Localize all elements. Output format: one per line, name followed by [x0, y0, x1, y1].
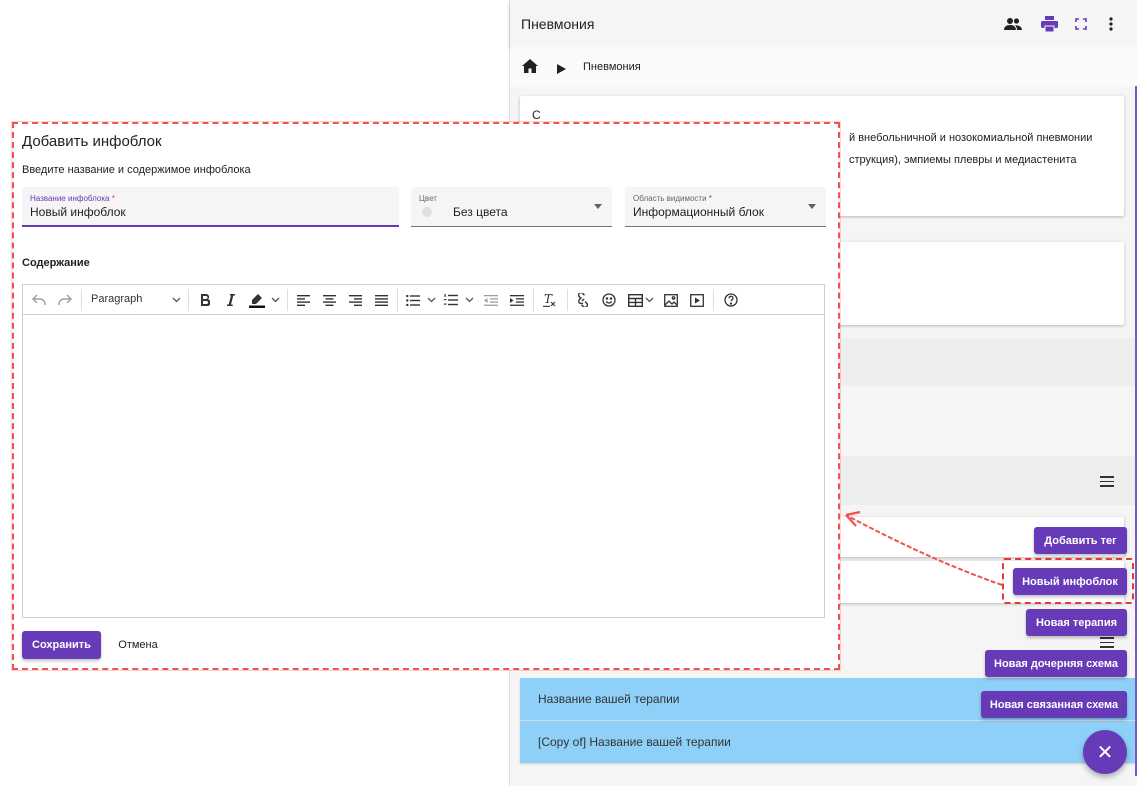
color-select[interactable]: Цвет Без цвета — [411, 187, 612, 227]
outdent-icon[interactable] — [481, 291, 501, 309]
toolbar-separator — [397, 289, 398, 311]
media-icon[interactable] — [687, 291, 707, 309]
add-infoblock-dialog: Добавить инфоблок Введите название и сод… — [12, 122, 840, 670]
help-icon[interactable] — [721, 291, 741, 309]
toolbar-separator — [287, 289, 288, 311]
therapy-name: [Copy of] Название вашей терапии — [538, 735, 731, 749]
editor-content-area[interactable] — [23, 316, 824, 617]
home-icon[interactable] — [522, 59, 538, 78]
dropdown-arrow-icon — [808, 204, 816, 209]
paragraph-style-select[interactable]: Paragraph — [91, 293, 142, 305]
dialog-subtitle: Введите название и содержимое инфоблока — [22, 164, 251, 176]
breadcrumb-current[interactable]: Пневмония — [583, 61, 641, 73]
fullscreen-icon[interactable] — [1071, 14, 1091, 34]
chevron-down-icon[interactable] — [169, 291, 183, 309]
clear-formatting-icon[interactable]: T — [539, 291, 561, 309]
new-linked-scheme-button[interactable]: Новая связанная схема — [981, 691, 1127, 718]
editor-toolbar: Paragraph T — [23, 285, 824, 315]
users-icon[interactable] — [1003, 14, 1023, 34]
numbered-list-icon[interactable] — [441, 291, 461, 309]
new-therapy-button[interactable]: Новая терапия — [1026, 609, 1127, 636]
card-line-2: струкция), эмпиемы плевры и медиастенита — [849, 154, 1077, 166]
table-icon[interactable] — [625, 291, 645, 309]
chevron-down-icon[interactable] — [269, 291, 281, 309]
new-child-scheme-button[interactable]: Новая дочерняя схема — [985, 650, 1127, 677]
chevron-down-icon[interactable] — [643, 291, 655, 309]
card-stub-text: С — [532, 108, 541, 122]
chevron-down-icon[interactable] — [425, 291, 437, 309]
app-title: Пневмония — [521, 16, 595, 32]
bold-icon[interactable] — [195, 291, 215, 309]
scope-select[interactable]: Область видимости * Информационный блок — [625, 187, 826, 227]
color-select-value: Без цвета — [453, 205, 508, 219]
italic-icon[interactable] — [221, 291, 241, 309]
undo-icon[interactable] — [29, 291, 49, 309]
field-label: Название инфоблока * — [30, 194, 115, 203]
toolbar-separator — [533, 289, 534, 311]
therapy-name: Название вашей терапии — [538, 692, 680, 706]
infoblock-name-field[interactable]: Название инфоблока * Новый инфоблок — [22, 187, 399, 227]
breadcrumb: Пневмония — [510, 47, 1137, 87]
save-button[interactable]: Сохранить — [22, 631, 101, 659]
add-tag-button[interactable]: Добавить тег — [1034, 527, 1127, 554]
scope-select-value: Информационный блок — [633, 205, 764, 219]
play-arrow-icon — [557, 61, 566, 79]
field-label: Область видимости * — [633, 194, 712, 203]
bullet-list-icon[interactable] — [403, 291, 423, 309]
drag-handle-icon[interactable] — [1100, 637, 1114, 651]
field-label: Цвет — [419, 194, 437, 203]
therapy-row[interactable]: [Copy of] Название вашей терапии — [520, 721, 1135, 763]
chevron-down-icon[interactable] — [463, 291, 475, 309]
toolbar-separator — [81, 289, 82, 311]
emoji-icon[interactable] — [599, 291, 619, 309]
toolbar-separator — [188, 289, 189, 311]
fab-close-button[interactable]: ✕ — [1083, 730, 1127, 774]
print-icon[interactable] — [1039, 14, 1059, 34]
toolbar-separator — [713, 289, 714, 311]
infoblock-name-value[interactable]: Новый инфоблок — [30, 205, 126, 219]
card-line-1: й внебольничной и нозокомиальной пневмон… — [849, 132, 1093, 144]
image-icon[interactable] — [661, 291, 681, 309]
highlight-icon[interactable] — [247, 291, 267, 309]
dialog-title: Добавить инфоблок — [22, 133, 162, 150]
color-swatch-icon — [422, 207, 432, 217]
align-left-icon[interactable] — [293, 291, 313, 309]
highlight-box — [1002, 558, 1134, 604]
svg-text:T: T — [544, 293, 553, 306]
align-center-icon[interactable] — [319, 291, 339, 309]
redo-icon[interactable] — [55, 291, 75, 309]
align-right-icon[interactable] — [345, 291, 365, 309]
content-label: Содержание — [22, 257, 90, 269]
cancel-button[interactable]: Отмена — [109, 631, 167, 659]
app-topbar: Пневмония — [510, 0, 1137, 47]
drag-handle-icon[interactable] — [1100, 476, 1114, 490]
align-justify-icon[interactable] — [371, 291, 391, 309]
indent-icon[interactable] — [507, 291, 527, 309]
rich-text-editor: Paragraph T — [22, 284, 825, 618]
link-icon[interactable] — [573, 291, 593, 309]
toolbar-separator — [567, 289, 568, 311]
more-vert-icon[interactable] — [1101, 14, 1121, 34]
dropdown-arrow-icon — [594, 204, 602, 209]
